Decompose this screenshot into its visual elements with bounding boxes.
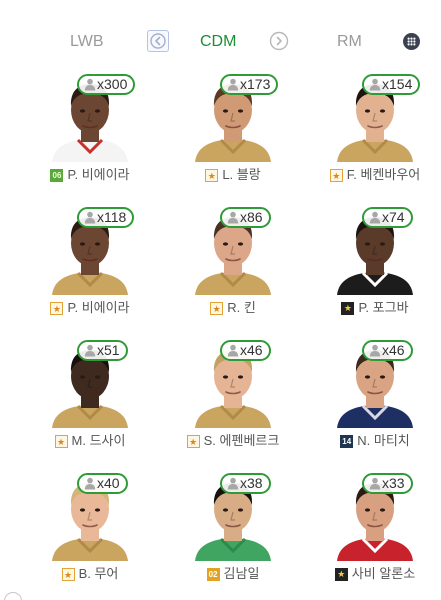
- current-position-label: CDM: [200, 33, 237, 50]
- owner-count-badge: x74: [362, 207, 413, 228]
- person-icon: [369, 344, 381, 357]
- season-badge: ★: [329, 168, 343, 182]
- player-name-row: ★ S. 에펜베르크: [173, 432, 293, 450]
- player-name: M. 드사이: [71, 433, 126, 448]
- player-card-4[interactable]: x118 ★ P. 비에이라: [30, 201, 150, 321]
- season-badge: ★: [186, 434, 200, 448]
- player-name-row: ★ F. 베켄바우어: [315, 166, 435, 184]
- player-name-row: ★ B. 무어: [30, 565, 150, 583]
- owner-count-badge: x154: [362, 74, 421, 95]
- player-name: R. 킨: [227, 300, 256, 315]
- player-card-7[interactable]: x51 ★ M. 드사이: [30, 334, 150, 454]
- season-badge: ★: [205, 168, 219, 182]
- person-icon: [84, 78, 96, 91]
- player-selection-page: LWB CDM RM x300 06 P. 비에이라 x173 ★ L. 블랑 …: [0, 0, 441, 600]
- season-badge: ★: [334, 567, 348, 581]
- owner-count-badge: x300: [77, 74, 136, 95]
- person-icon: [227, 344, 239, 357]
- owner-count-badge: x38: [220, 473, 271, 494]
- season-badge: 02: [206, 567, 220, 581]
- player-name: F. 베켄바우어: [346, 167, 421, 182]
- player-name-row: 06 P. 비에이라: [30, 166, 150, 184]
- player-name: 사비 알론소: [351, 566, 416, 581]
- owner-count: x74: [382, 209, 405, 225]
- person-icon: [227, 78, 239, 91]
- player-name-row: ★ 사비 알론소: [315, 565, 435, 583]
- owner-count: x51: [97, 342, 120, 358]
- person-icon: [227, 211, 239, 224]
- player-name-row: ★ R. 킨: [173, 299, 293, 317]
- next-position-label[interactable]: RM: [337, 32, 362, 52]
- chevron-left-icon[interactable]: [147, 30, 169, 52]
- owner-count: x118: [97, 209, 127, 225]
- player-name: L. 블랑: [222, 167, 261, 182]
- owner-count-badge: x118: [77, 207, 135, 228]
- prev-position-label[interactable]: LWB: [70, 32, 103, 52]
- player-card-12[interactable]: x33 ★ 사비 알론소: [315, 467, 435, 587]
- player-name-row: ★ L. 블랑: [173, 166, 293, 184]
- season-badge: ★: [61, 567, 75, 581]
- season-badge: ★: [50, 301, 64, 315]
- player-card-8[interactable]: x46 ★ S. 에펜베르크: [173, 334, 293, 454]
- person-icon: [227, 477, 239, 490]
- player-card-5[interactable]: x86 ★ R. 킨: [173, 201, 293, 321]
- player-card-3[interactable]: x154 ★ F. 베켄바우어: [315, 68, 435, 188]
- owner-count: x46: [240, 342, 263, 358]
- player-name-row: ★ P. 비에이라: [30, 299, 150, 317]
- player-name: S. 에펜베르크: [203, 433, 280, 448]
- person-icon: [84, 344, 96, 357]
- player-card-1[interactable]: x300 06 P. 비에이라: [30, 68, 150, 188]
- player-name-row: 02 김남일: [173, 565, 293, 583]
- owner-count: x40: [97, 475, 120, 491]
- spinner-icon: [4, 592, 22, 600]
- season-badge: 06: [50, 168, 64, 182]
- player-name: P. 비에이라: [67, 167, 130, 182]
- owner-count: x154: [382, 76, 413, 92]
- season-badge: 14: [340, 434, 354, 448]
- season-badge: ★: [54, 434, 68, 448]
- owner-count-badge: x86: [220, 207, 271, 228]
- person-icon: [369, 477, 381, 490]
- position-navigation: LWB CDM RM: [0, 0, 441, 74]
- owner-count-badge: x46: [362, 340, 413, 361]
- person-icon: [369, 211, 381, 224]
- player-card-9[interactable]: x46 14 N. 마티치: [315, 334, 435, 454]
- player-name-row: ★ M. 드사이: [30, 432, 150, 450]
- owner-count: x173: [240, 76, 271, 92]
- owner-count-badge: x51: [77, 340, 128, 361]
- owner-count-badge: x173: [220, 74, 279, 95]
- player-name: P. 포그바: [358, 300, 409, 315]
- owner-count-badge: x33: [362, 473, 413, 494]
- owner-count: x38: [240, 475, 263, 491]
- person-icon: [84, 211, 96, 224]
- owner-count-badge: x46: [220, 340, 271, 361]
- player-card-10[interactable]: x40 ★ B. 무어: [30, 467, 150, 587]
- player-card-6[interactable]: x74 ★ P. 포그바: [315, 201, 435, 321]
- owner-count: x33: [382, 475, 405, 491]
- owner-count: x300: [97, 76, 128, 92]
- player-card-2[interactable]: x173 ★ L. 블랑: [173, 68, 293, 188]
- player-name: P. 비에이라: [67, 300, 130, 315]
- person-icon: [84, 477, 96, 490]
- owner-count-badge: x40: [77, 473, 128, 494]
- player-card-11[interactable]: x38 02 김남일: [173, 467, 293, 587]
- person-icon: [369, 78, 381, 91]
- player-name: 김남일: [223, 566, 260, 581]
- grid-menu-icon[interactable]: [403, 33, 420, 50]
- season-badge: ★: [341, 301, 355, 315]
- owner-count: x86: [240, 209, 263, 225]
- player-name: B. 무어: [78, 566, 119, 581]
- player-name-row: ★ P. 포그바: [315, 299, 435, 317]
- season-badge: ★: [210, 301, 224, 315]
- chevron-right-icon[interactable]: [268, 30, 290, 52]
- player-name: N. 마티치: [357, 433, 410, 448]
- owner-count: x46: [382, 342, 405, 358]
- player-name-row: 14 N. 마티치: [315, 432, 435, 450]
